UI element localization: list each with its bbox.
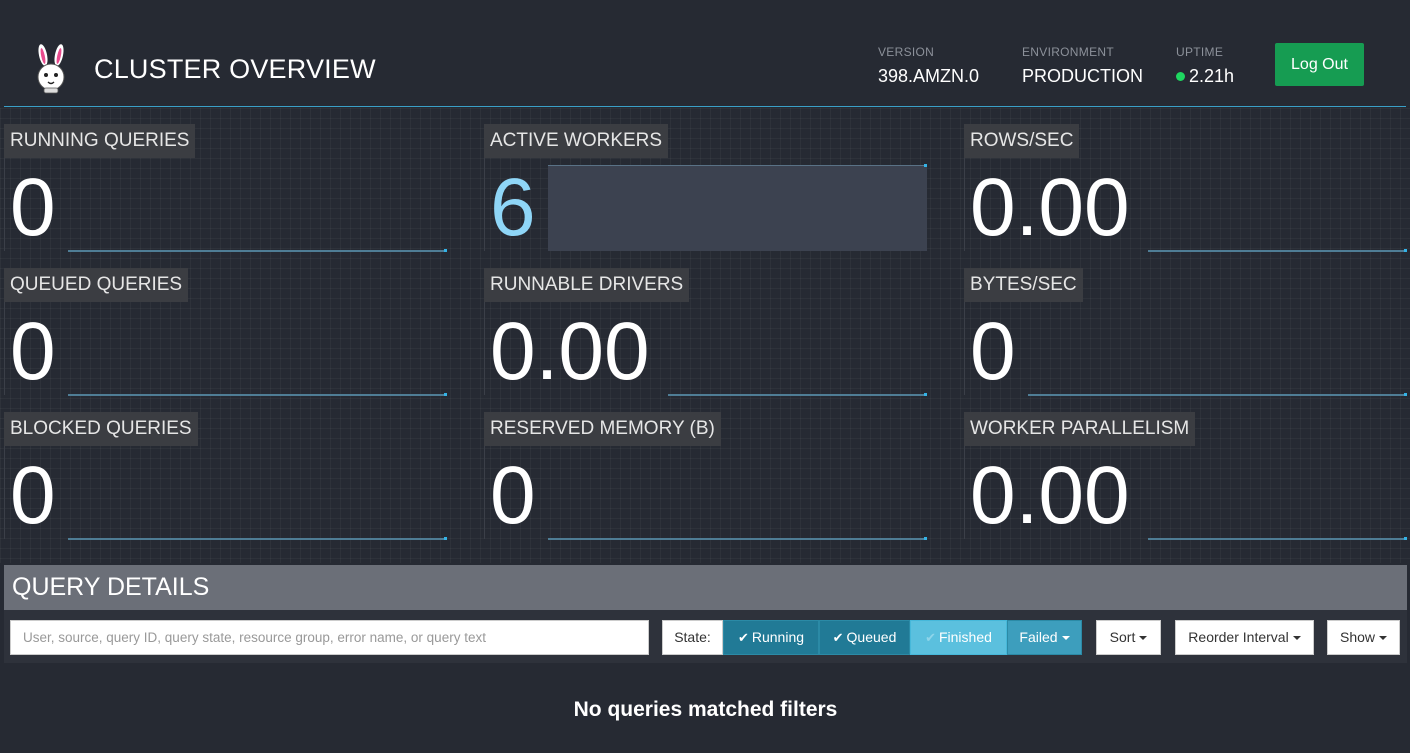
empty-state-message: No queries matched filters — [573, 698, 838, 721]
show-label: Show — [1339, 629, 1376, 645]
state-filter-label: Failed — [1019, 629, 1058, 645]
tile-active-workers: ACTIVE WORKERS 6 — [484, 124, 927, 252]
sparkline — [68, 538, 444, 540]
logout-button[interactable]: Log Out — [1275, 43, 1364, 86]
tile-value: 6 — [490, 162, 536, 253]
tile-label: RUNNABLE DRIVERS — [484, 268, 690, 302]
state-filter-label: Running — [751, 629, 805, 645]
uptime-info: UPTIME 2.21h — [1176, 45, 1234, 87]
check-icon: ✔ — [737, 630, 749, 645]
sparkline — [1148, 538, 1404, 540]
bunny-logo-icon — [37, 44, 65, 94]
tile-value: 0 — [10, 162, 56, 253]
tile-label: ACTIVE WORKERS — [484, 124, 669, 158]
state-filter-running-button[interactable]: ✔ Running — [723, 620, 819, 655]
sparkline-endpoint — [1404, 537, 1407, 540]
version-label: VERSION — [878, 45, 935, 59]
tile-label: RESERVED MEMORY (B) — [484, 412, 721, 446]
tile-reserved-memory: RESERVED MEMORY (B) 0 — [484, 412, 927, 540]
reorder-interval-dropdown[interactable]: Reorder Interval — [1175, 620, 1314, 655]
state-label: State: — [662, 620, 723, 655]
state-filter-label: Finished — [938, 629, 992, 645]
chevron-down-icon — [1061, 636, 1070, 640]
tile-value: 0 — [10, 306, 56, 397]
tile-runnable-drivers: RUNNABLE DRIVERS 0.00 — [484, 268, 927, 396]
tile-bytes-sec: BYTES/SEC 0 — [964, 268, 1407, 396]
check-icon: ✔ — [832, 630, 844, 645]
sparkline-endpoint — [924, 393, 927, 396]
chevron-down-icon — [1292, 636, 1301, 640]
sparkline — [668, 394, 924, 396]
tile-worker-parallelism: WORKER PARALLELISM 0.00 — [964, 412, 1407, 540]
sparkline-endpoint — [924, 164, 927, 167]
sparkline-endpoint — [1404, 249, 1407, 252]
tile-label: ROWS/SEC — [964, 124, 1080, 158]
check-icon: ✔ — [925, 630, 936, 645]
page-header: CLUSTER OVERVIEW VERSION 398.AMZN.0 ENVI… — [0, 0, 1410, 107]
sparkline-endpoint — [924, 537, 927, 540]
sparkline — [548, 538, 924, 540]
tile-label: BYTES/SEC — [964, 268, 1083, 302]
metrics-grid: RUNNING QUERIES 0 ACTIVE WORKERS 6 ROWS/… — [0, 108, 1410, 563]
tile-blocked-queries: BLOCKED QUERIES 0 — [4, 412, 447, 540]
reorder-label: Reorder Interval — [1188, 629, 1289, 645]
tile-label: RUNNING QUERIES — [4, 124, 196, 158]
tile-label: BLOCKED QUERIES — [4, 412, 198, 446]
environment-label: ENVIRONMENT — [1022, 45, 1114, 59]
sparkline — [1148, 250, 1404, 252]
tile-frame — [4, 446, 447, 539]
tile-frame — [484, 446, 927, 539]
tile-frame — [4, 158, 447, 251]
tile-rows-sec: ROWS/SEC 0.00 — [964, 124, 1407, 252]
sparkline — [68, 250, 444, 252]
sparkline — [1028, 394, 1404, 396]
tile-label: QUEUED QUERIES — [4, 268, 189, 302]
tile-value: 0 — [10, 450, 56, 541]
tile-label: WORKER PARALLELISM — [964, 412, 1196, 446]
sparkline-endpoint — [1404, 393, 1407, 396]
uptime-label: UPTIME — [1176, 45, 1224, 59]
tile-value: 0.00 — [970, 450, 1130, 541]
chevron-down-icon — [1379, 636, 1388, 640]
header-divider — [4, 106, 1406, 107]
environment-info: ENVIRONMENT PRODUCTION — [1022, 45, 1143, 87]
tile-frame — [964, 302, 1407, 395]
uptime-value-row: 2.21h — [1176, 66, 1234, 87]
status-dot-icon — [1176, 72, 1185, 81]
page-title: CLUSTER OVERVIEW — [94, 54, 376, 84]
tile-running-queries: RUNNING QUERIES 0 — [4, 124, 447, 252]
sparkline — [548, 165, 927, 166]
workers-sparkline-area — [548, 166, 927, 251]
tile-value: 0.00 — [490, 306, 650, 397]
state-filter-failed-dropdown[interactable]: Failed — [1007, 620, 1082, 655]
chevron-down-icon — [1139, 636, 1148, 640]
tile-frame — [4, 302, 447, 395]
tile-value: 0 — [970, 306, 1016, 397]
tile-value: 0.00 — [970, 162, 1130, 253]
show-dropdown[interactable]: Show — [1327, 620, 1400, 655]
version-info: VERSION 398.AMZN.0 — [878, 45, 979, 87]
state-filter-finished-button[interactable]: ✔ Finished — [910, 620, 1007, 655]
sparkline — [68, 394, 444, 396]
environment-value: PRODUCTION — [1022, 66, 1143, 86]
sort-label: Sort — [1109, 629, 1136, 645]
version-value: 398.AMZN.0 — [878, 66, 980, 86]
query-filter-toolbar: State: ✔Running ✔Queued ✔Finished Failed… — [4, 610, 1407, 663]
sort-dropdown[interactable]: Sort — [1096, 620, 1161, 655]
state-filter-label: Queued — [846, 629, 897, 645]
query-details-title: QUERY DETAILS — [12, 573, 210, 601]
query-details-header: QUERY DETAILS — [4, 565, 1407, 610]
uptime-value: 2.21h — [1189, 66, 1235, 86]
state-filter-queued-button[interactable]: ✔ Queued — [819, 620, 910, 655]
sparkline-endpoint — [444, 393, 447, 396]
query-details-panel: QUERY DETAILS State: ✔Running ✔Queued ✔F… — [4, 565, 1407, 753]
sparkline-endpoint — [444, 537, 447, 540]
query-search-input[interactable] — [10, 620, 649, 655]
tile-queued-queries: QUEUED QUERIES 0 — [4, 268, 447, 396]
sparkline-endpoint — [444, 249, 447, 252]
tile-value: 0 — [490, 450, 536, 541]
